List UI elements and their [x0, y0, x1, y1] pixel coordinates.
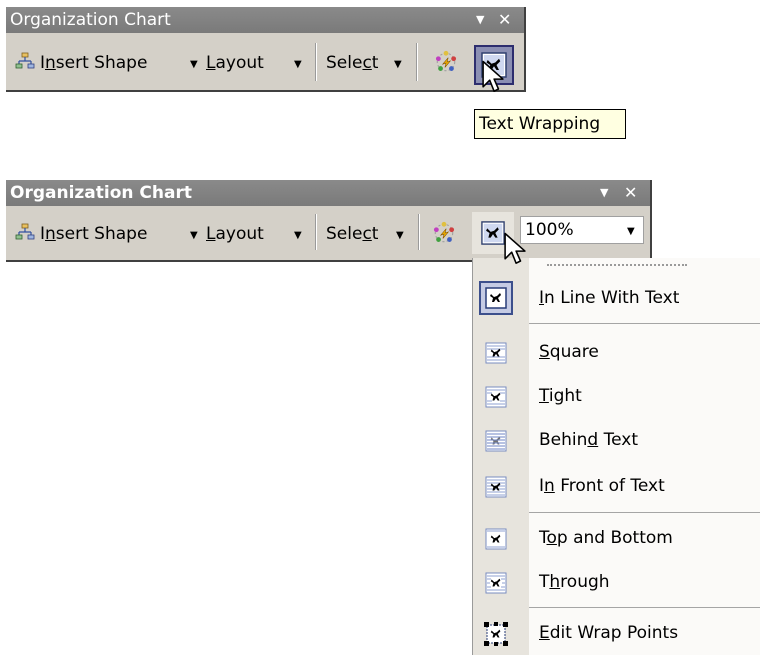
square-wrap-icon [485, 342, 507, 364]
layout-dropdown-icon[interactable]: ▼ [294, 60, 302, 70]
close-icon[interactable]: ✕ [624, 180, 637, 206]
in-front-text-icon [485, 476, 507, 498]
edit-wrap-points-icon [484, 622, 508, 646]
select-dropdown-icon[interactable]: ▼ [394, 60, 402, 70]
menu-item-label: Edit Wrap Points [539, 623, 679, 643]
toolbar-titlebar[interactable]: Organization Chart ▼ ✕ [6, 180, 650, 206]
menu-item-tight[interactable]: Tight [473, 376, 760, 416]
menu-item-label: In Front of Text [539, 476, 665, 496]
toolbar-options-icon[interactable]: ▼ [476, 7, 484, 33]
toolbar-title: Organization Chart [10, 183, 192, 203]
toolbar-separator [315, 43, 317, 81]
zoom-combobox[interactable]: 100% ▼ [520, 216, 644, 244]
menu-separator [529, 512, 760, 513]
toolbar-options-icon[interactable]: ▼ [600, 180, 608, 206]
menu-item-edit-wrap-points[interactable]: Edit Wrap Points [473, 613, 760, 653]
toolbar-body: Insert Shape ▼ Layout ▼ Select ▼ 100% ▼ [6, 206, 650, 260]
toolbar-titlebar[interactable]: Organization Chart ▼ ✕ [6, 7, 524, 33]
behind-text-icon [485, 430, 507, 452]
menu-item-label: Behind Text [539, 430, 638, 450]
inline-wrap-icon [485, 287, 507, 309]
insert-shape-dropdown-icon[interactable]: ▼ [190, 60, 198, 70]
insert-shape-icon[interactable] [14, 51, 36, 73]
select-button[interactable]: Select [326, 224, 378, 244]
menu-item-in-line-with-text[interactable]: In Line With Text [473, 278, 760, 318]
menu-item-label: In Line With Text [539, 288, 680, 308]
text-wrapping-tooltip: Text Wrapping [474, 109, 626, 139]
text-wrapping-icon [481, 221, 505, 245]
toolbar-separator [418, 214, 420, 250]
org-chart-toolbar-top: Organization Chart ▼ ✕ Insert Shape ▼ La… [6, 7, 526, 92]
zoom-value[interactable]: 100% [525, 220, 574, 240]
insert-shape-button[interactable]: Insert Shape [40, 224, 147, 244]
tight-wrap-icon [485, 386, 507, 408]
menu-item-label: Top and Bottom [539, 528, 673, 548]
toolbar-title: Organization Chart [10, 10, 171, 30]
menu-separator [529, 607, 760, 608]
autoformat-icon[interactable] [432, 221, 456, 245]
mouse-pointer-icon [482, 60, 504, 96]
layout-button[interactable]: Layout [206, 53, 264, 73]
menu-item-label: Square [539, 342, 599, 362]
menu-item-through[interactable]: Through [473, 562, 760, 602]
insert-shape-button[interactable]: Insert Shape [40, 53, 147, 73]
zoom-dropdown-icon[interactable]: ▼ [627, 227, 635, 237]
layout-button[interactable]: Layout [206, 224, 264, 244]
menu-item-label: Through [539, 572, 610, 592]
select-button[interactable]: Select [326, 53, 378, 73]
autoformat-icon[interactable] [434, 50, 458, 74]
menu-item-top-and-bottom[interactable]: Top and Bottom [473, 518, 760, 558]
toolbar-separator [416, 43, 418, 81]
text-wrapping-menu: In Line With Text Square Tight Behind Te… [472, 258, 760, 655]
select-dropdown-icon[interactable]: ▼ [396, 231, 404, 241]
close-icon[interactable]: ✕ [498, 7, 511, 33]
mouse-pointer-icon [504, 232, 526, 268]
insert-shape-dropdown-icon[interactable]: ▼ [190, 231, 198, 241]
menu-item-behind-text[interactable]: Behind Text [473, 420, 760, 460]
through-wrap-icon [485, 572, 507, 594]
toolbar-body: Insert Shape ▼ Layout ▼ Select ▼ [6, 33, 524, 90]
menu-separator [529, 323, 760, 324]
menu-drag-handle[interactable] [547, 264, 687, 268]
menu-item-in-front-of-text[interactable]: In Front of Text [473, 466, 760, 506]
menu-item-square[interactable]: Square [473, 332, 760, 372]
toolbar-separator [315, 214, 317, 250]
org-chart-toolbar-bottom: Organization Chart ▼ ✕ Insert Shape ▼ La… [6, 180, 652, 262]
insert-shape-icon[interactable] [14, 222, 36, 244]
menu-item-label: Tight [539, 386, 582, 406]
layout-dropdown-icon[interactable]: ▼ [294, 231, 302, 241]
top-bottom-wrap-icon [485, 528, 507, 550]
